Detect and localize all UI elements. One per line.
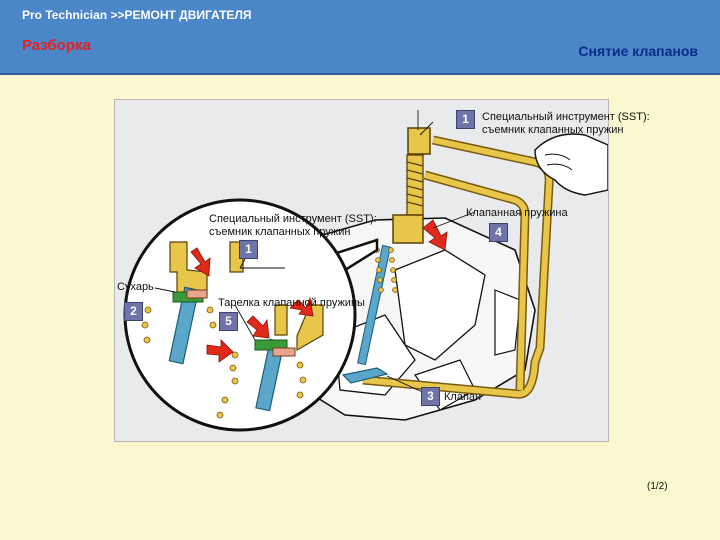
label-sst-main: Специальный инструмент (SST): съемник кл… [482,111,650,136]
badge-1-inset: 1 [239,240,258,259]
label-keepers: Сухарь [117,281,154,293]
label-valve: Клапан [444,391,482,403]
valve-removal-illustration: Специальный инструмент (SST): съемник кл… [114,99,650,442]
label-retainer: Тарелка клапанной пружины [218,297,365,309]
page-indicator: (1/2) [647,481,668,492]
label-sst-inset: Специальный инструмент (SST): съемник кл… [209,213,377,238]
compressor-screw [392,154,424,244]
badge-5: 5 [219,312,238,331]
header-bar: Pro Technician >>РЕМОНТ ДВИГАТЕЛЯ Разбор… [0,0,720,75]
badge-1-main: 1 [456,110,475,129]
breadcrumb: Pro Technician >>РЕМОНТ ДВИГАТЕЛЯ [22,8,252,22]
label-valve-spring: Клапанная пружина [466,207,568,219]
badge-3: 3 [421,387,440,406]
illustration-drawing [123,110,608,432]
badge-2: 2 [124,302,143,321]
badge-4: 4 [489,223,508,242]
slide-subtitle: Снятие клапанов [578,43,698,59]
section-title: Разборка [22,37,91,54]
